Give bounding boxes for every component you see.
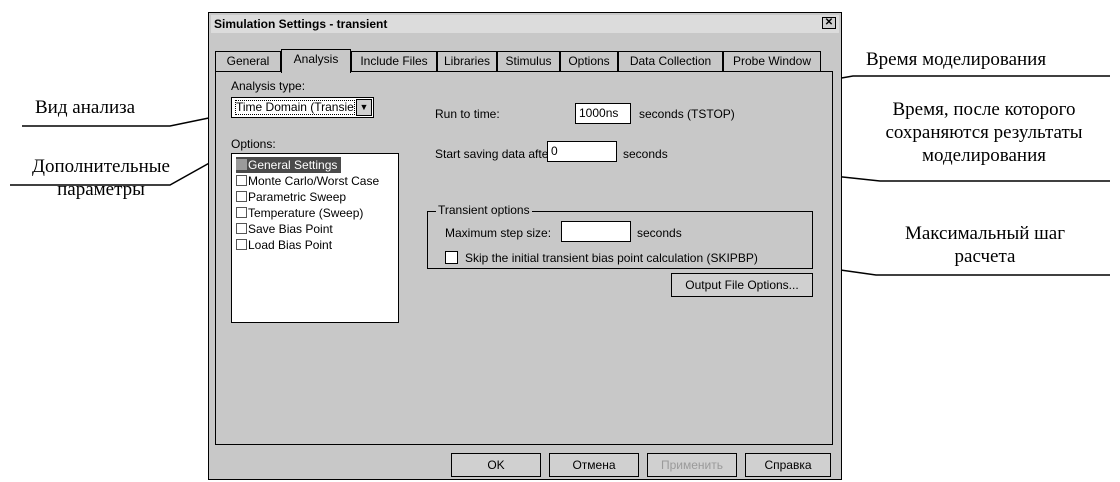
list-item-label: Parametric Sweep xyxy=(248,190,347,204)
run-to-time-input[interactable]: 1000ns xyxy=(575,103,631,124)
help-button[interactable]: Справка xyxy=(745,453,831,477)
callout-step-line2: расчета xyxy=(954,246,1016,267)
skip-bias-label: Skip the initial transient bias point ca… xyxy=(465,251,758,265)
list-item-label: Save Bias Point xyxy=(248,222,333,236)
run-to-time-unit: seconds (TSTOP) xyxy=(639,107,735,121)
tab-probe-window[interactable]: Probe Window xyxy=(723,51,821,71)
apply-button[interactable]: Применить xyxy=(647,453,737,477)
checkbox-icon xyxy=(236,207,247,218)
chevron-down-icon[interactable]: ▼ xyxy=(356,99,372,116)
checkbox-icon xyxy=(236,175,247,186)
list-item[interactable]: Monte Carlo/Worst Case xyxy=(236,173,379,189)
list-item-label: Load Bias Point xyxy=(248,238,333,252)
list-item-label: Temperature (Sweep) xyxy=(248,206,364,220)
ok-button[interactable]: OK xyxy=(451,453,541,477)
close-icon[interactable]: ✕ xyxy=(822,17,836,29)
run-to-time-label: Run to time: xyxy=(435,107,500,121)
callout-options-line1: Дополнительные xyxy=(32,156,170,177)
simulation-settings-dialog: Simulation Settings - transient ✕ Genera… xyxy=(208,12,842,480)
tab-options[interactable]: Options xyxy=(560,51,618,71)
callout-analysis-type: Вид анализа xyxy=(35,97,136,118)
callout-save-line3: моделирования xyxy=(922,145,1046,166)
dialog-title: Simulation Settings - transient xyxy=(214,17,388,31)
callout-options-line2: параметры xyxy=(57,179,145,200)
checkbox-icon xyxy=(236,159,247,170)
list-item[interactable]: Parametric Sweep xyxy=(236,189,346,205)
callout-save-time: Время, после которого сохраняются резуль… xyxy=(850,98,1118,167)
checkbox-icon xyxy=(236,191,247,202)
options-list: General Settings Monte Carlo/Worst Case … xyxy=(231,153,399,323)
tab-general[interactable]: General xyxy=(215,51,281,71)
analysis-type-select[interactable]: Time Domain (Transient) ▼ xyxy=(231,97,374,118)
max-step-unit: seconds xyxy=(637,226,682,240)
list-item[interactable]: Temperature (Sweep) xyxy=(236,205,363,221)
options-label: Options: xyxy=(231,137,276,151)
max-step-input[interactable] xyxy=(561,221,631,242)
tab-data-collection[interactable]: Data Collection xyxy=(618,51,723,71)
callout-run-time: Время моделирования xyxy=(866,49,1047,70)
callout-save-line2: сохраняются результаты xyxy=(885,122,1083,143)
list-item-label: General Settings xyxy=(248,158,338,172)
skip-bias-checkbox[interactable] xyxy=(445,251,458,264)
tab-analysis[interactable]: Analysis xyxy=(281,49,351,73)
list-item-label: Monte Carlo/Worst Case xyxy=(248,174,380,188)
callout-options: Дополнительные параметры xyxy=(6,155,196,201)
title-bar: Simulation Settings - transient ✕ xyxy=(211,15,839,33)
callout-max-step: Максимальный шаг расчета xyxy=(870,222,1100,268)
checkbox-icon xyxy=(236,223,247,234)
output-file-options-button[interactable]: Output File Options... xyxy=(671,273,813,297)
list-item[interactable]: Save Bias Point xyxy=(236,221,333,237)
tab-libraries[interactable]: Libraries xyxy=(437,51,497,71)
max-step-label: Maximum step size: xyxy=(445,226,552,240)
checkbox-icon xyxy=(236,239,247,250)
list-item[interactable]: Load Bias Point xyxy=(236,237,332,253)
start-saving-label: Start saving data after: xyxy=(435,147,556,161)
tab-include-files[interactable]: Include Files xyxy=(351,51,437,71)
analysis-type-label: Analysis type: xyxy=(231,79,306,93)
list-item[interactable]: General Settings xyxy=(236,157,342,173)
transient-options-title: Transient options xyxy=(436,203,532,217)
start-saving-input[interactable]: 0 xyxy=(547,141,617,162)
callout-step-line1: Максимальный шаг xyxy=(904,223,1066,244)
callout-save-line1: Время, после которого xyxy=(892,99,1076,120)
start-saving-unit: seconds xyxy=(623,147,668,161)
tab-stimulus[interactable]: Stimulus xyxy=(497,51,560,71)
analysis-type-value: Time Domain (Transient) xyxy=(235,100,355,115)
cancel-button[interactable]: Отмена xyxy=(549,453,639,477)
